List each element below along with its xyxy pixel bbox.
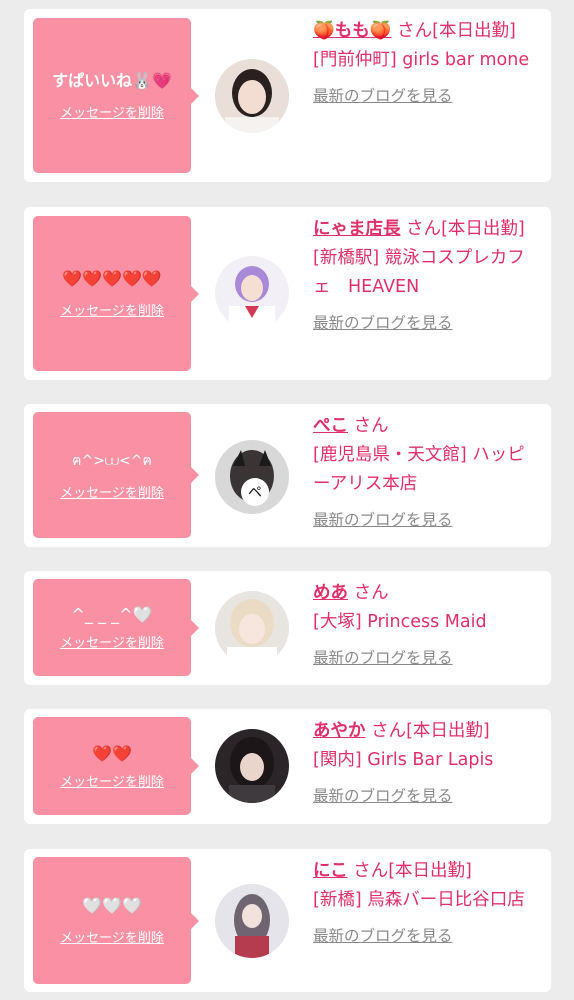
avatar-photo: ペ (215, 440, 289, 514)
shop-info: [門前仲町] girls bar mone (313, 50, 530, 70)
message-card: ฅ^>⩊<^ฅ メッセージを削除 ペ ぺこ さん [鹿児島県・天文館] ハッピー… (24, 404, 551, 547)
latest-blog-link[interactable]: 最新のブログを見る (313, 82, 453, 111)
delete-message-link[interactable]: メッセージを削除 (60, 632, 164, 651)
delete-message-link[interactable]: メッセージを削除 (60, 482, 164, 501)
delete-message-link[interactable]: メッセージを削除 (60, 771, 164, 790)
latest-blog-link[interactable]: 最新のブログを見る (313, 506, 453, 535)
avatar[interactable] (215, 884, 289, 958)
sender-info: めあ さん [大塚] Princess Maid 最新のブログを見る (313, 579, 535, 673)
message-card: すぱいいね🐰💗 メッセージを削除 🍑もも🍑 さん[本日出勤] [門前仲町] gi… (24, 9, 551, 182)
delete-message-link[interactable]: メッセージを削除 (60, 102, 164, 121)
sender-name-link[interactable]: ぺこ (313, 416, 348, 436)
sender-info: 🍑もも🍑 さん[本日出勤] [門前仲町] girls bar mone 最新のブ… (313, 17, 535, 111)
message-card: ❤️❤️❤️❤️❤️ メッセージを削除 にゃま店長 さん[本日出勤] [新橋駅]… (24, 207, 551, 380)
shop-info: [新橋駅] 競泳コスプレカフェ HEAVEN (313, 248, 525, 297)
avatar[interactable] (215, 256, 289, 330)
message-card: ❤️❤️ メッセージを削除 あやか さん[本日出勤] [関内] Girls Ba… (24, 709, 551, 824)
sender-name-link[interactable]: あやか (313, 721, 366, 741)
avatar-photo (215, 59, 289, 133)
sender-suffix: さん (353, 416, 389, 436)
avatar-photo (215, 884, 289, 958)
sender-info: ぺこ さん [鹿児島県・天文館] ハッピーアリス本店 最新のブログを見る (313, 412, 535, 535)
avatar[interactable] (215, 591, 289, 665)
latest-blog-link[interactable]: 最新のブログを見る (313, 309, 453, 338)
sender-suffix: さん[本日出勤] (406, 219, 525, 239)
sender-suffix: さん[本日出勤] (397, 21, 516, 41)
sender-name-link[interactable]: めあ (313, 583, 348, 603)
sender-info: にゃま店長 さん[本日出勤] [新橋駅] 競泳コスプレカフェ HEAVEN 最新… (313, 215, 535, 338)
message-bubble: 🤍🤍🤍 メッセージを削除 (33, 857, 199, 984)
latest-blog-link[interactable]: 最新のブログを見る (313, 782, 453, 811)
shop-info: [鹿児島県・天文館] ハッピーアリス本店 (313, 445, 525, 494)
message-bubble: ฅ^>⩊<^ฅ メッセージを削除 (33, 412, 199, 538)
sender-name-link[interactable]: にゃま店長 (313, 219, 401, 239)
avatar-photo (215, 729, 289, 803)
message-text: ^_ _ _^🤍 (71, 605, 153, 624)
avatar-photo (215, 256, 289, 330)
message-text: 🤍🤍🤍 (82, 896, 142, 915)
message-text: すぱいいね🐰💗 (52, 71, 172, 90)
sender-suffix: さん (353, 583, 389, 603)
delete-message-link[interactable]: メッセージを削除 (60, 300, 164, 319)
latest-blog-link[interactable]: 最新のブログを見る (313, 922, 453, 951)
latest-blog-link[interactable]: 最新のブログを見る (313, 644, 453, 673)
avatar[interactable] (215, 59, 289, 133)
message-card: 🤍🤍🤍 メッセージを削除 にこ さん[本日出勤] [新橋] 烏森バー日比谷口店 … (24, 849, 551, 992)
sender-info: にこ さん[本日出勤] [新橋] 烏森バー日比谷口店 最新のブログを見る (313, 857, 535, 951)
avatar[interactable]: ペ (215, 440, 289, 514)
avatar-photo (215, 591, 289, 665)
message-bubble: すぱいいね🐰💗 メッセージを削除 (33, 18, 199, 173)
message-bubble: ❤️❤️❤️❤️❤️ メッセージを削除 (33, 216, 199, 371)
message-bubble: ^_ _ _^🤍 メッセージを削除 (33, 579, 199, 676)
avatar[interactable] (215, 729, 289, 803)
sender-info: あやか さん[本日出勤] [関内] Girls Bar Lapis 最新のブログ… (313, 717, 535, 811)
sender-name-link[interactable]: 🍑もも🍑 (313, 21, 392, 41)
svg-text:ペ: ペ (248, 485, 262, 501)
delete-message-link[interactable]: メッセージを削除 (60, 927, 164, 946)
sender-suffix: さん[本日出勤] (353, 861, 472, 881)
message-text: ฅ^>⩊<^ฅ (72, 452, 152, 469)
message-bubble: ❤️❤️ メッセージを削除 (33, 717, 199, 815)
message-card: ^_ _ _^🤍 メッセージを削除 めあ さん [大塚] Princess Ma… (24, 571, 551, 685)
message-text: ❤️❤️❤️❤️❤️ (62, 269, 162, 288)
shop-info: [関内] Girls Bar Lapis (313, 750, 494, 770)
sender-name-link[interactable]: にこ (313, 861, 348, 881)
shop-info: [大塚] Princess Maid (313, 612, 487, 632)
shop-info: [新橋] 烏森バー日比谷口店 (313, 890, 525, 910)
sender-suffix: さん[本日出勤] (371, 721, 490, 741)
message-text: ❤️❤️ (92, 743, 132, 763)
